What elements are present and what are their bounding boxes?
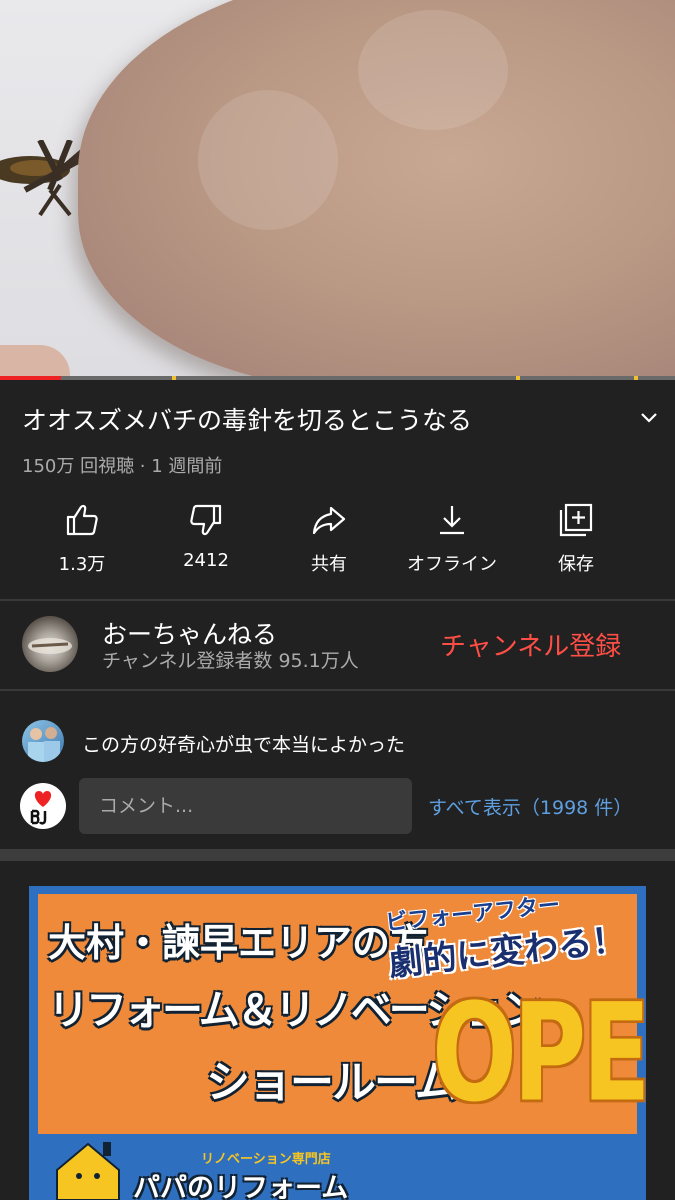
like-count: 1.3万 bbox=[58, 554, 106, 575]
hand bbox=[78, 0, 675, 378]
thumbs-down-icon bbox=[190, 504, 222, 536]
ad-headline-showroom: ショールーム bbox=[206, 1057, 459, 1108]
download-icon bbox=[440, 506, 464, 535]
divider bbox=[0, 599, 675, 601]
house-mascot-icon bbox=[56, 1142, 120, 1200]
show-all-comments-link[interactable]: すべて表示（1998 件） bbox=[428, 793, 632, 820]
ad-brand-name: パパのリフォーム bbox=[133, 1173, 349, 1200]
dislike-button[interactable]: 2412 bbox=[146, 498, 266, 580]
subscribe-button[interactable]: チャンネル登録 bbox=[440, 626, 621, 663]
chapter-marker bbox=[634, 376, 638, 380]
video-title[interactable]: オオスズメバチの毒針を切るとこうなる bbox=[22, 401, 622, 437]
chapter-marker bbox=[516, 376, 520, 380]
user-avatar bbox=[20, 783, 66, 829]
view-count-and-date: 150万 回視聴 · 1 週間前 bbox=[22, 456, 223, 477]
ad-open-text: OPEN bbox=[432, 974, 646, 1132]
action-bar: 1.3万 2412 共有 オフライン 保存 bbox=[0, 498, 675, 580]
commenter-avatar bbox=[22, 720, 64, 762]
fingertip bbox=[0, 345, 70, 378]
share-label: 共有 bbox=[311, 554, 347, 575]
heart-logo-icon bbox=[30, 791, 52, 825]
channel-avatar[interactable] bbox=[22, 616, 78, 672]
download-label: オフライン bbox=[407, 554, 497, 575]
save-button[interactable]: 保存 bbox=[516, 498, 636, 580]
dislike-count: 2412 bbox=[183, 550, 229, 571]
ad-banner[interactable]: 大村・諫早エリアの方 リフォーム＆リノベーション ショールーム ビフォーアフター… bbox=[29, 886, 646, 1200]
divider bbox=[0, 689, 675, 691]
ad-brand-tagline: リノベーション専門店 bbox=[201, 1152, 331, 1167]
save-label: 保存 bbox=[558, 554, 594, 575]
download-button[interactable]: オフライン bbox=[392, 498, 512, 580]
subscriber-count: チャンネル登録者数 95.1万人 bbox=[102, 650, 359, 672]
chapter-marker bbox=[172, 376, 176, 380]
ad-headline-area: 大村・諫早エリアの方 bbox=[48, 921, 429, 965]
share-button[interactable]: 共有 bbox=[269, 498, 389, 580]
like-button[interactable]: 1.3万 bbox=[22, 498, 142, 580]
section-separator bbox=[0, 849, 675, 861]
video-progress-bar[interactable] bbox=[0, 376, 675, 380]
players-photo bbox=[28, 727, 60, 762]
thumbs-up-icon bbox=[66, 504, 98, 536]
progress-fill bbox=[0, 376, 61, 380]
save-to-playlist-icon bbox=[559, 503, 593, 537]
specimen-thumbnail bbox=[28, 638, 72, 654]
ad-orange-panel: 大村・諫早エリアの方 リフォーム＆リノベーション ショールーム ビフォーアフター… bbox=[38, 893, 646, 1134]
share-icon bbox=[312, 506, 346, 535]
comment-input[interactable] bbox=[79, 778, 412, 834]
chevron-down-icon[interactable] bbox=[636, 405, 662, 431]
video-player[interactable] bbox=[0, 0, 675, 378]
top-comment[interactable]: この方の好奇心が虫で本当によかった bbox=[82, 730, 405, 757]
